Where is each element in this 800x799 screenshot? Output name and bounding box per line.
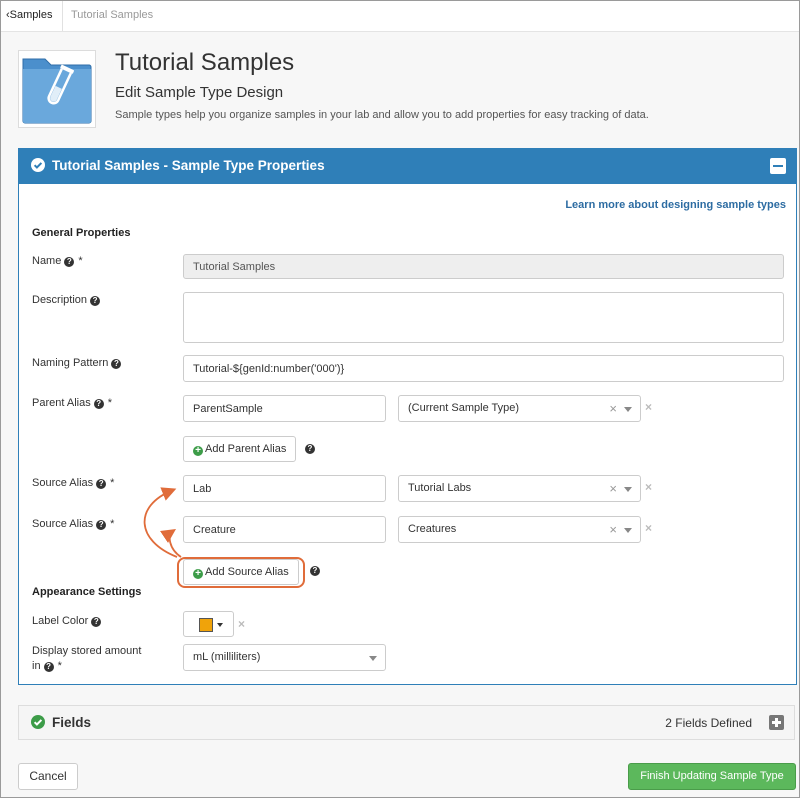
appearance-settings-heading: Appearance Settings [32,586,142,598]
clear-icon[interactable]: × [609,476,617,501]
collapse-icon[interactable] [770,158,786,174]
naming-pattern-label-text: Naming Pattern [32,357,109,369]
fields-panel-title: Fields [52,715,92,730]
label-color-picker[interactable] [183,611,234,637]
source-alias-label-text: Source Alias [32,518,94,530]
source-alias-input-1[interactable] [183,475,386,502]
page-description: Sample types help you organize samples i… [115,109,649,121]
required-asterisk: * [57,660,62,672]
required-asterisk: * [107,397,112,409]
learn-more-link[interactable]: Learn more about designing sample types [565,199,786,211]
breadcrumb-divider [62,1,63,31]
expand-icon[interactable] [769,715,784,730]
add-parent-alias-button[interactable]: + Add Parent Alias [183,436,297,462]
help-icon[interactable]: ? [64,257,75,267]
general-properties-heading: General Properties [32,227,131,239]
check-circle-icon [31,158,45,175]
breadcrumb-back-label: Samples [9,9,53,21]
breadcrumb-current: Tutorial Samples [71,9,154,21]
stored-amount-select-value: mL (milliliters) [193,651,261,663]
clear-icon[interactable]: × [609,517,617,542]
description-label-text: Description [32,294,88,306]
caret-down-icon [217,623,223,627]
source-alias-label-1: Source Alias? * [32,476,114,491]
add-parent-alias-label: Add Parent Alias [205,443,287,455]
source-alias-select-value: Tutorial Labs [408,482,472,494]
app-frame: ‹Samples Tutorial Samples Tutorial Sampl… [0,0,800,798]
help-icon[interactable]: ? [93,399,104,409]
page-title: Tutorial Samples [115,49,295,76]
name-label: Name? * [32,254,83,269]
caret-down-icon [624,407,632,412]
plus-circle-icon: + [193,569,203,579]
finish-updating-button[interactable]: Finish Updating Sample Type [628,763,796,790]
source-alias-label-text: Source Alias [32,477,94,489]
color-swatch [199,618,213,632]
breadcrumb: ‹Samples Tutorial Samples [1,1,799,32]
required-asterisk: * [78,255,83,267]
stored-amount-label-line2: in [32,660,41,672]
required-asterisk: * [110,477,115,489]
caret-down-icon [624,487,632,492]
sample-type-properties-panel: Tutorial Samples - Sample Type Propertie… [18,148,797,685]
check-circle-icon [31,715,45,732]
stored-amount-label: Display stored amount in? * [32,644,141,674]
label-color-label: Label Color? [32,614,102,629]
help-icon[interactable]: ? [305,444,315,454]
remove-icon[interactable]: × [645,480,652,494]
help-icon[interactable]: ? [96,520,107,530]
source-alias-input-2[interactable] [183,516,386,543]
stored-amount-select[interactable]: mL (milliliters) [183,644,386,671]
source-alias-label-2: Source Alias? * [32,517,114,532]
clear-icon[interactable]: × [609,396,617,421]
description-label: Description? [32,293,101,308]
fields-count: 2 Fields Defined [665,716,752,730]
remove-icon[interactable]: × [645,521,652,535]
label-color-label-text: Label Color [32,615,89,627]
properties-panel-header[interactable]: Tutorial Samples - Sample Type Propertie… [19,149,796,184]
help-icon[interactable]: ? [90,296,101,306]
parent-alias-label: Parent Alias? * [32,396,112,411]
name-input[interactable] [183,254,784,279]
naming-pattern-label: Naming Pattern? [32,356,122,371]
source-alias-select-value: Creatures [408,523,457,535]
sample-type-folder-icon [18,50,96,128]
caret-down-icon [369,656,377,661]
parent-alias-select-value: (Current Sample Type) [408,402,520,414]
breadcrumb-back-link[interactable]: ‹Samples [6,9,52,21]
fields-panel[interactable]: Fields 2 Fields Defined [18,705,795,740]
source-alias-select-1[interactable]: Tutorial Labs × [398,475,641,502]
remove-icon[interactable]: × [645,400,652,414]
stored-amount-label-line1: Display stored amount [32,645,142,657]
help-icon[interactable]: ? [310,566,320,576]
plus-circle-icon: + [193,446,203,456]
caret-down-icon [624,528,632,533]
cancel-button[interactable]: Cancel [18,763,78,790]
parent-alias-label-text: Parent Alias [32,397,91,409]
name-label-text: Name [32,255,62,267]
add-source-alias-button[interactable]: + Add Source Alias [183,559,299,585]
source-alias-select-2[interactable]: Creatures × [398,516,641,543]
parent-alias-select[interactable]: (Current Sample Type) × [398,395,641,422]
parent-alias-input[interactable] [183,395,386,422]
help-icon[interactable]: ? [91,617,102,627]
required-asterisk: * [110,518,115,530]
naming-pattern-input[interactable] [183,355,784,382]
remove-icon[interactable]: × [238,617,245,631]
properties-panel-title: Tutorial Samples - Sample Type Propertie… [52,158,325,173]
description-textarea[interactable] [183,292,784,343]
help-icon[interactable]: ? [111,359,122,369]
help-icon[interactable]: ? [96,479,107,489]
add-source-alias-label: Add Source Alias [205,566,289,578]
page-subtitle: Edit Sample Type Design [115,84,284,101]
help-icon[interactable]: ? [43,662,54,672]
